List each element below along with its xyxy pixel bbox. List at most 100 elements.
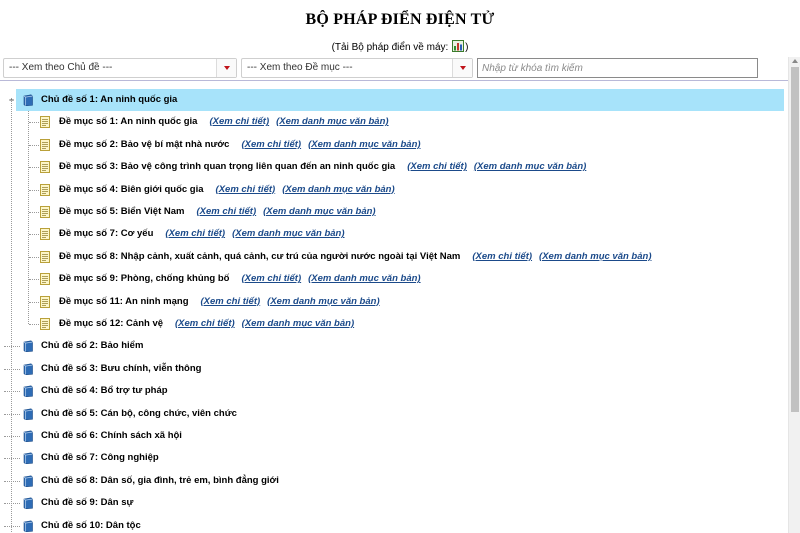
document-icon [40,273,50,286]
topic-label[interactable]: Chủ đề số 2: Bảo hiểm [41,335,143,357]
tree-item-row[interactable]: Đề mục số 8: Nhập cảnh, xuất cảnh, quá c… [0,246,788,268]
item-label[interactable]: Đề mục số 12: Cảnh vệ [59,318,163,329]
topic-label[interactable]: Chủ đề số 5: Cán bộ, công chức, viên chứ… [41,403,237,425]
view-catalog-link[interactable]: (Xem danh mục văn bản) [308,273,420,284]
view-detail-link[interactable]: (Xem chi tiết) [407,161,467,172]
view-detail-link[interactable]: (Xem chi tiết) [175,318,235,329]
tree-item-row[interactable]: Đề mục số 7: Cơ yếu (Xem chi tiết) (Xem da… [0,223,788,245]
view-detail-link[interactable]: (Xem chi tiết) [216,184,276,195]
tree-connector [4,436,20,437]
view-catalog-link[interactable]: (Xem danh mục văn bản) [539,251,651,262]
item-label-group: Đề mục số 11: An ninh mạng (Xem chi tiết)… [59,291,380,313]
tree-item-row[interactable]: Đề mục số 3: Bảo vệ công trình quan trọn… [0,156,788,178]
tree-topic-row[interactable]: − Chủ đề số 1: An ninh quốc gia [0,89,788,111]
tree-topic-row[interactable]: Chủ đề số 4: Bổ trợ tư pháp [0,380,788,402]
view-detail-link[interactable]: (Xem chi tiết) [165,228,225,239]
topic-label[interactable]: Chủ đề số 8: Dân số, gia đình, trẻ em, b… [41,470,279,492]
tree-item-row[interactable]: Đề mục số 1: An ninh quốc gia (Xem chi ti… [0,111,788,133]
view-catalog-link[interactable]: (Xem danh mục văn bản) [242,318,354,329]
item-label-group: Đề mục số 1: An ninh quốc gia (Xem chi ti… [59,111,389,133]
topic-label[interactable]: Chủ đề số 4: Bổ trợ tư pháp [41,380,168,402]
view-detail-link[interactable]: (Xem chi tiết) [209,116,269,127]
item-label-group: Đề mục số 4: Biên giới quốc gia (Xem chi … [59,179,395,201]
document-icon [40,295,50,308]
item-label[interactable]: Đề mục số 7: Cơ yếu [59,228,153,239]
topic-label[interactable]: Chủ đề số 3: Bưu chính, viễn thông [41,358,201,380]
item-label-group: Đề mục số 9: Phòng, chống khủng bố (Xem c… [59,268,421,290]
tree-item-row[interactable]: Đề mục số 4: Biên giới quốc gia (Xem chi … [0,179,788,201]
item-label-group: Đề mục số 7: Cơ yếu (Xem chi tiết) (Xem da… [59,223,345,245]
item-label[interactable]: Đề mục số 1: An ninh quốc gia [59,116,197,127]
tree-connector [29,279,39,281]
download-label: (Tải Bộ pháp điển về máy: [331,42,452,53]
scroll-up-icon[interactable] [792,59,798,63]
item-label[interactable]: Đề mục số 2: Bảo vệ bí mật nhà nước [59,139,229,150]
item-label[interactable]: Đề mục số 4: Biên giới quốc gia [59,184,204,195]
book-icon [23,520,33,532]
tree-topic-row[interactable]: Chủ đề số 2: Bảo hiểm [0,335,788,357]
view-detail-link[interactable]: (Xem chi tiết) [472,251,532,262]
tree-item-row[interactable]: Đề mục số 9: Phòng, chống khủng bố (Xem c… [0,268,788,290]
topic-label[interactable]: Chủ đề số 10: Dân tộc [41,515,141,533]
view-detail-link[interactable]: (Xem chi tiết) [196,206,256,217]
excel-icon[interactable] [452,40,465,52]
view-detail-link[interactable]: (Xem chi tiết) [201,296,261,307]
tree-connector [4,413,20,415]
tree-topic-row[interactable]: Chủ đề số 7: Công nghiệp [0,447,788,469]
document-icon [40,161,50,174]
tree-topic-row[interactable]: Chủ đề số 10: Dân tộc [0,515,788,533]
view-catalog-link[interactable]: (Xem danh mục văn bản) [232,228,344,239]
book-icon [23,94,33,106]
item-select[interactable]: --- Xem theo Đề mục --- [241,58,473,78]
topic-label[interactable]: Chủ đề số 9: Dân sự [41,492,133,514]
book-icon [23,363,33,375]
tree-item-row[interactable]: Đề mục số 5: Biển Việt Nam (Xem chi tiết)… [0,201,788,223]
book-icon [23,475,33,487]
item-label-group: Đề mục số 12: Cảnh vệ (Xem chi tiết) (Xem … [59,313,354,335]
book-icon [23,385,33,398]
tree-connector [29,301,39,303]
tree-item-row[interactable]: Đề mục số 11: An ninh mạng (Xem chi tiết)… [0,291,788,313]
tree-item-row[interactable]: Đề mục số 12: Cảnh vệ (Xem chi tiết) (Xem … [0,313,788,335]
document-icon [40,183,50,196]
topic-select-value: --- Xem theo Chủ đề --- [9,62,113,73]
tree-topic-row[interactable]: Chủ đề số 8: Dân số, gia đình, trẻ em, b… [0,470,788,492]
document-icon [40,250,50,263]
tree-item-row[interactable]: Đề mục số 2: Bảo vệ bí mật nhà nước (Xem … [0,134,788,156]
tree-topic-row[interactable]: Chủ đề số 3: Bưu chính, viễn thông [0,358,788,380]
chevron-down-icon[interactable] [216,59,236,77]
item-label[interactable]: Đề mục số 9: Phòng, chống khủng bố [59,273,229,284]
download-close: ) [465,42,469,53]
topic-label[interactable]: Chủ đề số 7: Công nghiệp [41,447,159,469]
item-label[interactable]: Đề mục số 5: Biển Việt Nam [59,206,184,217]
view-detail-link[interactable]: (Xem chi tiết) [241,273,301,284]
tree-topic-row[interactable]: Chủ đề số 5: Cán bộ, công chức, viên chứ… [0,403,788,425]
chevron-down-icon[interactable] [452,59,472,77]
item-label[interactable]: Đề mục số 8: Nhập cảnh, xuất cảnh, quá c… [59,251,460,262]
tree-topic-row[interactable]: Chủ đề số 9: Dân sự [0,492,788,514]
topic-label[interactable]: Chủ đề số 6: Chính sách xã hội [41,425,182,447]
view-catalog-link[interactable]: (Xem danh mục văn bản) [474,161,586,172]
item-label[interactable]: Đề mục số 3: Bảo vệ công trình quan trọn… [59,161,395,172]
item-label[interactable]: Đề mục số 11: An ninh mạng [59,296,189,307]
view-catalog-link[interactable]: (Xem danh mục văn bản) [276,116,388,127]
tree-connector [4,458,20,460]
view-detail-link[interactable]: (Xem chi tiết) [241,139,301,150]
vertical-scrollbar[interactable] [788,57,800,533]
topic-label[interactable]: Chủ đề số 1: An ninh quốc gia [41,89,177,111]
tree-topic-row[interactable]: Chủ đề số 6: Chính sách xã hội [0,425,788,447]
item-label-group: Đề mục số 8: Nhập cảnh, xuất cảnh, quá c… [59,246,651,268]
scrollbar-thumb[interactable] [791,67,799,412]
search-input[interactable] [477,58,758,78]
topic-select[interactable]: --- Xem theo Chủ đề --- [3,58,237,78]
tree-connector [4,346,20,348]
view-catalog-link[interactable]: (Xem danh mục văn bản) [308,139,420,150]
view-catalog-link[interactable]: (Xem danh mục văn bản) [263,206,375,217]
download-line: (Tải Bộ pháp điển về máy: ) [0,40,800,53]
view-catalog-link[interactable]: (Xem danh mục văn bản) [282,184,394,195]
page-title: BỘ PHÁP ĐIỂN ĐIỆN TỬ [305,11,495,28]
book-icon [23,430,33,442]
tree-connector [4,480,20,482]
collapse-icon[interactable]: − [7,96,16,105]
view-catalog-link[interactable]: (Xem danh mục văn bản) [267,296,379,307]
